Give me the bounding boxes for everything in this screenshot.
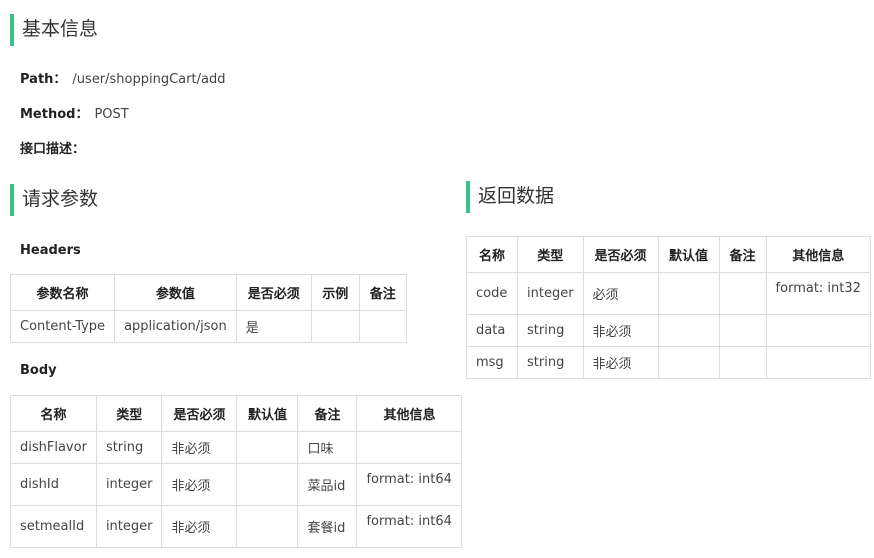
table-cell: 非必须 [582,314,659,347]
request-params-title: 请求参数 [10,184,98,216]
table-cell: Content-Type [9,310,116,343]
body-table: 名称 类型 是否必须 默认值 备注 其他信息 dishFlavor string… [10,395,463,548]
column-header: 是否必须 [582,236,659,273]
table-cell [356,431,463,464]
column-header: 示例 [310,274,360,311]
table-cell: 套餐id [297,505,358,548]
table-cell: 非必须 [161,463,238,506]
headers-table-header-row: 参数名称 参数值 是否必须 示例 备注 [9,274,407,311]
column-header: 是否必须 [235,274,312,311]
table-cell: 必须 [582,272,659,315]
table-cell: 非必须 [161,505,238,548]
column-header: 其他信息 [765,236,871,273]
table-cell: data [466,314,518,347]
table-cell: string [95,431,163,464]
table-cell: application/json [114,310,237,343]
table-cell [657,272,720,315]
headers-label: Headers [20,243,81,258]
table-cell: string [517,346,584,379]
column-header: 默认值 [236,395,299,432]
column-header: 参数名称 [9,274,116,311]
table-cell: setmealId [10,505,97,548]
path-value: /user/shoppingCart/add [72,72,226,87]
table-cell: 口味 [297,431,358,464]
table-cell: format: int32 [765,272,871,315]
table-cell [765,346,871,379]
column-header: 备注 [358,274,407,311]
table-row: msg string 非必须 [466,346,871,379]
body-label: Body [20,363,57,378]
table-row: dishFlavor string 非必须 口味 [10,431,463,464]
column-header: 备注 [718,236,767,273]
column-header: 是否必须 [161,395,238,432]
table-cell [236,463,299,506]
table-row: setmealId integer 非必须 套餐id format: int64 [10,505,463,548]
table-cell [657,346,720,379]
table-cell: integer [517,272,584,315]
basic-info-title: 基本信息 [10,14,98,46]
table-cell: integer [95,463,163,506]
table-cell [718,314,767,347]
column-header: 备注 [297,395,358,432]
table-cell: 菜品id [297,463,358,506]
table-row: dishId integer 非必须 菜品id format: int64 [10,463,463,506]
body-table-header-row: 名称 类型 是否必须 默认值 备注 其他信息 [10,395,463,432]
table-cell [718,346,767,379]
table-row: code integer 必须 format: int32 [466,272,871,315]
table-cell [718,272,767,315]
description-row: 接口描述： [20,141,85,159]
headers-table: 参数名称 参数值 是否必须 示例 备注 Content-Type applica… [9,274,407,343]
table-cell: code [466,272,518,315]
table-row: Content-Type application/json 是 [9,310,407,343]
response-table: 名称 类型 是否必须 默认值 备注 其他信息 code integer 必须 f… [466,236,871,379]
table-cell [236,431,299,464]
path-label: Path： [20,72,67,87]
column-header: 类型 [517,236,584,273]
description-label: 接口描述： [20,142,86,157]
table-cell: format: int64 [356,505,463,548]
column-header: 名称 [466,236,518,273]
table-cell [765,314,871,347]
column-header: 名称 [10,395,97,432]
column-header: 默认值 [657,236,720,273]
table-cell: 是 [235,310,312,343]
table-cell [236,505,299,548]
table-cell: dishFlavor [10,431,97,464]
method-row: Method： POST [20,106,129,124]
table-cell: 非必须 [161,431,238,464]
method-value: POST [94,107,129,122]
table-cell: dishId [10,463,97,506]
column-header: 其他信息 [356,395,463,432]
table-cell: string [517,314,584,347]
table-cell: msg [466,346,518,379]
table-cell: integer [95,505,163,548]
column-header: 类型 [95,395,163,432]
response-data-title: 返回数据 [466,181,554,213]
table-cell: format: int64 [356,463,463,506]
table-cell [358,310,407,343]
path-row: Path： /user/shoppingCart/add [20,71,225,89]
table-cell: 非必须 [582,346,659,379]
table-cell [657,314,720,347]
table-cell [310,310,360,343]
column-header: 参数值 [114,274,237,311]
method-label: Method： [20,107,89,122]
table-row: data string 非必须 [466,314,871,347]
response-table-header-row: 名称 类型 是否必须 默认值 备注 其他信息 [466,236,871,273]
